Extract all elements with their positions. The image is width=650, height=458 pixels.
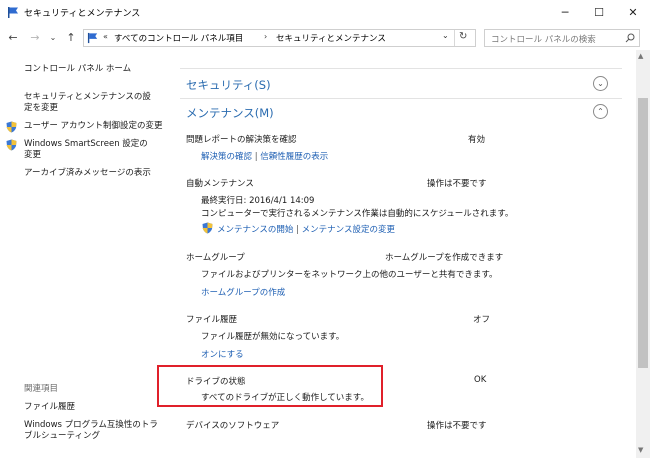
chevron-up-icon[interactable]: ⌃ [593, 104, 608, 119]
problem-reports-links: 解決策の確認 | 信頼性履歴の表示 [201, 150, 328, 162]
sidebar-home-link[interactable]: コントロール パネル ホーム [24, 64, 131, 75]
auto-maintenance-description: コンピューターで実行されるメンテナンス作業は自動的にスケジュールされます。 [201, 209, 514, 219]
address-divider [454, 30, 455, 46]
device-software-status: 操作は不要です [427, 421, 487, 431]
close-button[interactable]: ✕ [616, 0, 650, 24]
drive-status-description: すべてのドライブが正しく動作しています。 [201, 393, 369, 403]
drive-status-status: OK [474, 375, 487, 385]
sidebar-smartscreen-link[interactable]: Windows SmartScreen 設定の変更 [24, 139, 150, 161]
control-panel-flag-icon [87, 32, 98, 44]
homegroup-status: ホームグループを作成できます [385, 253, 504, 263]
scroll-down-icon[interactable]: ▼ [638, 446, 643, 454]
auto-maintenance-links: メンテナンスの開始 | メンテナンス設定の変更 [217, 223, 395, 235]
section-divider [180, 98, 622, 99]
address-bar[interactable]: « すべてのコントロール パネル項目 › セキュリティとメンテナンス ⌄ ↻ [83, 29, 476, 47]
check-solutions-link[interactable]: 解決策の確認 [201, 152, 252, 162]
chevron-down-icon[interactable]: ⌄ [593, 76, 608, 91]
reliability-history-link[interactable]: 信頼性履歴の表示 [260, 152, 328, 162]
create-homegroup-link[interactable]: ホームグループの作成 [201, 286, 285, 298]
up-arrow-icon[interactable]: ↑ [64, 29, 78, 45]
address-dropdown-icon[interactable]: ⌄ [442, 31, 449, 40]
maximize-button[interactable]: ☐ [582, 0, 616, 24]
uac-shield-icon [6, 121, 17, 133]
window-title: セキュリティとメンテナンス [24, 9, 141, 19]
turn-on-link[interactable]: オンにする [201, 348, 244, 360]
sidebar-uac-settings-link[interactable]: ユーザー アカウント制御設定の変更 [24, 121, 163, 132]
breadcrumb-current[interactable]: セキュリティとメンテナンス [276, 32, 386, 44]
search-box[interactable]: コントロール パネルの検索 [484, 29, 640, 47]
scroll-up-icon[interactable]: ▲ [638, 52, 643, 60]
change-maintenance-settings-link[interactable]: メンテナンス設定の変更 [302, 225, 395, 235]
start-maintenance-link[interactable]: メンテナンスの開始 [217, 225, 293, 235]
sidebar-archived-messages-link[interactable]: アーカイブ済みメッセージの表示 [24, 168, 151, 179]
auto-maintenance-title: 自動メンテナンス [186, 179, 254, 189]
smartscreen-shield-icon [6, 139, 17, 151]
drive-status-title: ドライブの状態 [186, 377, 246, 387]
related-file-history-link[interactable]: ファイル履歴 [24, 402, 75, 413]
flag-app-icon [8, 7, 18, 18]
forward-arrow-icon[interactable]: → [28, 29, 42, 45]
security-section-header[interactable]: セキュリティ(S) [186, 77, 271, 93]
search-icon[interactable] [625, 33, 635, 43]
title-bar: セキュリティとメンテナンス ─ ☐ ✕ [0, 0, 650, 26]
homegroup-description: ファイルおよびプリンターをネットワーク上の他のユーザーと共有できます。 [201, 270, 498, 280]
related-items-header: 関連項目 [24, 384, 59, 394]
auto-maintenance-last-run: 最終実行日: 2016/4/1 14:09 [201, 196, 315, 206]
problem-reports-status: 有効 [468, 135, 486, 145]
homegroup-title: ホームグループ [186, 253, 245, 263]
back-arrow-icon[interactable]: ← [6, 29, 20, 45]
file-history-status: オフ [473, 315, 491, 325]
minimize-button[interactable]: ─ [548, 0, 582, 24]
related-compat-troubleshoot-link[interactable]: Windows プログラム互換性のトラブルシューティング [24, 420, 160, 442]
refresh-icon[interactable]: ↻ [459, 31, 467, 42]
admin-shield-icon [202, 222, 213, 234]
search-input[interactable]: コントロール パネルの検索 [491, 33, 596, 45]
device-software-title: デバイスのソフトウェア [186, 421, 280, 431]
problem-reports-title: 問題レポートの解決策を確認 [186, 135, 297, 145]
top-divider [180, 68, 622, 69]
breadcrumb-all-items[interactable]: すべてのコントロール パネル項目 [114, 32, 243, 44]
auto-maintenance-status: 操作は不要です [427, 179, 487, 189]
maintenance-section-header[interactable]: メンテナンス(M) [186, 105, 274, 121]
scrollbar-thumb[interactable] [638, 98, 648, 368]
navigation-bar: ← → ⌄ ↑ « すべてのコントロール パネル項目 › セキュリティとメンテナ… [0, 26, 650, 50]
breadcrumb-overflow[interactable]: « [103, 32, 108, 41]
sidebar-change-settings-link[interactable]: セキュリティとメンテナンスの設定を変更 [24, 92, 154, 114]
file-history-title: ファイル履歴 [186, 315, 238, 325]
breadcrumb-separator-icon[interactable]: › [264, 32, 267, 41]
recent-locations-chevron-icon[interactable]: ⌄ [46, 29, 60, 45]
file-history-description: ファイル履歴が無効になっています。 [201, 332, 345, 342]
